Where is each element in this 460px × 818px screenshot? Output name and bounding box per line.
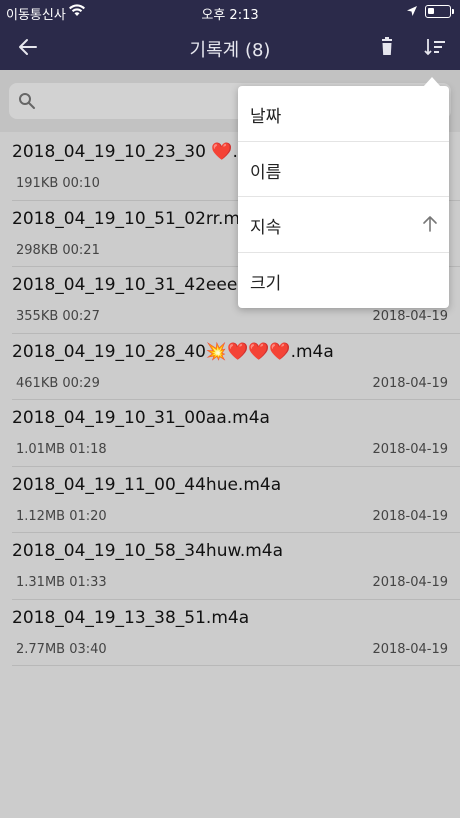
recording-name: 2018_04_19_10_28_40💥❤️❤️❤️.m4a xyxy=(12,341,334,362)
recording-row[interactable]: 2018_04_19_13_38_51.m4a 2.77MB 03:40 201… xyxy=(12,600,460,666)
recording-size-duration: 355KB 00:27 xyxy=(16,309,100,324)
search-icon xyxy=(19,93,35,109)
recording-row[interactable]: 2018_04_19_11_00_44hue.m4a 1.12MB 01:20 … xyxy=(12,467,460,533)
trash-icon[interactable] xyxy=(377,36,397,58)
recording-size-duration: 461KB 00:29 xyxy=(16,375,100,391)
recording-row[interactable]: 2018_04_19_10_31_00aa.m4a 1.01MB 01:18 2… xyxy=(12,400,460,467)
recording-size-duration: 1.01MB 01:18 xyxy=(16,442,107,457)
sort-option-label: 날짜 xyxy=(250,107,282,127)
recording-date: 2018-04-19 xyxy=(372,508,448,524)
recording-date: 2018-04-19 xyxy=(372,375,448,391)
sort-by-name[interactable]: 이름 xyxy=(238,142,449,197)
recording-size-duration: 1.12MB 01:20 xyxy=(16,508,107,524)
location-arrow-icon xyxy=(407,6,417,16)
sort-by-duration[interactable]: 지속 xyxy=(238,197,449,253)
recording-date: 2018-04-19 xyxy=(372,575,448,590)
sort-menu: 날짜 이름 지속 크기 xyxy=(238,77,449,309)
arrow-up-icon xyxy=(423,216,437,232)
status-bar: 이동통신사 오후 2:13 xyxy=(0,0,460,24)
sort-icon[interactable] xyxy=(423,36,447,58)
navigation-bar: 기록계 (8) xyxy=(0,24,460,70)
recording-row[interactable]: 2018_04_19_10_58_34huw.m4a 1.31MB 01:33 … xyxy=(12,533,460,600)
sort-by-size[interactable]: 크기 xyxy=(238,253,449,309)
recording-size-duration: 2.77MB 03:40 xyxy=(16,641,107,657)
recording-name: 2018_04_19_11_00_44hue.m4a xyxy=(12,474,282,495)
recording-date: 2018-04-19 xyxy=(372,641,448,657)
recording-name: 2018_04_19_10_31_00aa.m4a xyxy=(12,408,270,428)
recording-date: 2018-04-19 xyxy=(372,442,448,457)
recording-size-duration: 298KB 00:21 xyxy=(16,242,100,258)
battery-icon xyxy=(425,5,451,18)
recording-name: 2018_04_19_10_51_02rr.m4a xyxy=(12,208,262,229)
recording-name: 2018_04_19_10_58_34huw.m4a xyxy=(12,541,284,561)
recording-size-duration: 1.31MB 01:33 xyxy=(16,575,107,590)
clock: 오후 2:13 xyxy=(201,8,259,23)
sort-option-label: 크기 xyxy=(250,273,282,294)
sort-by-date[interactable]: 날짜 xyxy=(238,86,449,142)
sort-option-label: 이름 xyxy=(250,162,282,183)
recording-date: 2018-04-19 xyxy=(372,309,448,324)
recording-size-duration: 191KB 00:10 xyxy=(16,176,100,191)
recording-name: 2018_04_19_13_38_51.m4a xyxy=(12,607,250,628)
recording-name: 2018_04_19_10_23_30 ❤️.m4a xyxy=(12,142,276,162)
recording-row[interactable]: 2018_04_19_10_28_40💥❤️❤️❤️.m4a 461KB 00:… xyxy=(12,334,460,400)
sort-option-label: 지속 xyxy=(250,218,282,238)
battery-tip xyxy=(452,9,454,14)
